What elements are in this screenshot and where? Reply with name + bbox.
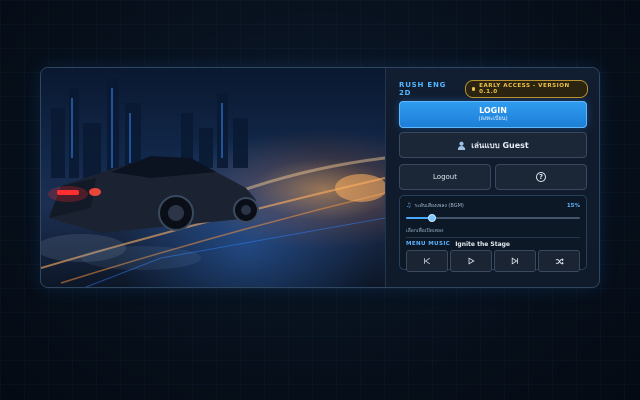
logout-button[interactable]: Logout [399, 164, 491, 190]
shuffle-button[interactable] [538, 250, 580, 272]
hero-artwork [41, 68, 385, 287]
play-button[interactable] [450, 250, 492, 272]
car-illustration [41, 78, 385, 287]
menu-music-row: MENU MUSIC Ignite the Stage [406, 239, 580, 249]
music-toggle-label: เลือกเพื่อเปิดเพลง [406, 228, 444, 234]
version-badge-text: EARLY ACCESS - VERSION 0.1.0 [479, 83, 570, 95]
version-badge: EARLY ACCESS - VERSION 0.1.0 [464, 80, 588, 98]
music-note-icon: ♫ [406, 202, 412, 209]
header-row: RUSH ENG 2D EARLY ACCESS - VERSION 0.1.0 [399, 80, 588, 98]
menu-music-key: MENU MUSIC [406, 241, 451, 247]
bgm-volume-label: ระดับเสียงเพลง (BGM) [414, 202, 464, 209]
music-controls [406, 250, 580, 272]
previous-track-button[interactable] [406, 250, 448, 272]
shuffle-icon [555, 257, 564, 265]
next-track-button[interactable] [494, 250, 536, 272]
person-icon [458, 141, 466, 150]
play-icon [468, 257, 475, 265]
skip-previous-icon [424, 257, 431, 265]
slider-thumb[interactable] [428, 214, 437, 222]
bgm-volume-value: 15% [566, 202, 580, 209]
launcher-card: RUSH ENG 2D EARLY ACCESS - VERSION 0.1.0… [40, 67, 600, 288]
guest-button-label: เล่นแบบ Guest [471, 140, 529, 150]
bgm-volume-row: ♫ ระดับเสียงเพลง (BGM) 15% [406, 200, 580, 211]
audio-divider [406, 237, 580, 238]
login-button-label: LOGIN [479, 106, 507, 115]
question-circle-icon: ? [536, 172, 546, 182]
audio-panel: ♫ ระดับเสียงเพลง (BGM) 15% เลือกเพื่อเปิ… [399, 195, 587, 272]
bgm-volume-label-wrap: ♫ ระดับเสียงเพลง (BGM) [406, 202, 464, 210]
login-button[interactable]: LOGIN (ลงทะเบียน) [399, 101, 587, 128]
badge-dot-icon [471, 87, 476, 91]
login-button-sublabel: (ลงทะเบียน) [478, 116, 508, 122]
menu-music-track: Ignite the Stage [455, 240, 510, 248]
guest-button[interactable]: เล่นแบบ Guest [399, 132, 587, 158]
skip-next-icon [511, 257, 518, 265]
brand-title: RUSH ENG 2D [399, 81, 447, 97]
side-panel: RUSH ENG 2D EARLY ACCESS - VERSION 0.1.0… [385, 68, 599, 287]
bgm-volume-slider[interactable] [406, 213, 580, 223]
logout-button-label: Logout [433, 173, 457, 181]
secondary-buttons-row: Logout ? [399, 164, 587, 190]
help-button[interactable]: ? [495, 164, 587, 190]
